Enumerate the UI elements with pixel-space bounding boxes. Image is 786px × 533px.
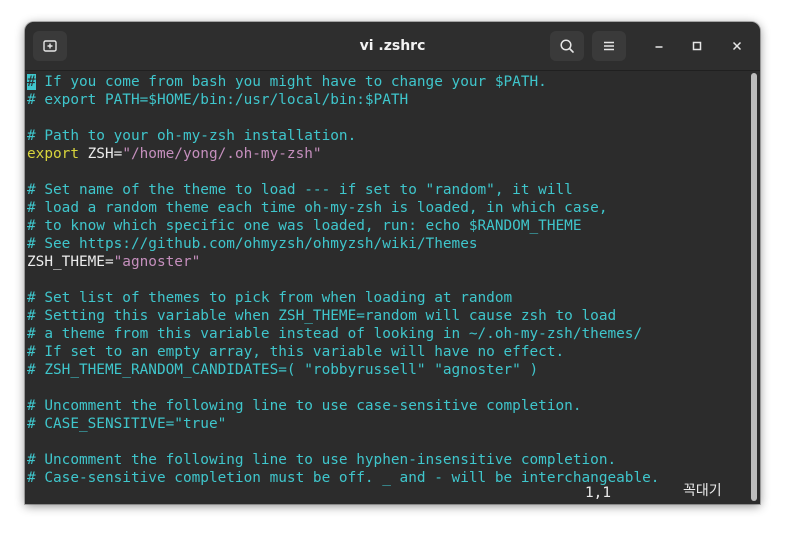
text-cursor: # — [27, 74, 36, 90]
title-bar: vi .zshrc — [25, 22, 760, 71]
code-token: # to know which specific one was loaded,… — [27, 218, 582, 234]
editor-line: # See https://github.com/ohmyzsh/ohmyzsh… — [27, 235, 746, 253]
code-token: # CASE_SENSITIVE="true" — [27, 416, 227, 432]
editor-line: # to know which specific one was loaded,… — [27, 217, 746, 235]
code-token: export — [27, 146, 79, 162]
code-token: # Path to your oh-my-zsh installation. — [27, 128, 357, 144]
editor-line: # Setting this variable when ZSH_THEME=r… — [27, 307, 746, 325]
editor-line: # export PATH=$HOME/bin:/usr/local/bin:$… — [27, 91, 746, 109]
editor-line: # CASE_SENSITIVE="true" — [27, 415, 746, 433]
code-token: # Uncomment the following line to use hy… — [27, 452, 617, 468]
editor-line: # Uncomment the following line to use hy… — [27, 451, 746, 469]
menu-button[interactable] — [592, 31, 626, 61]
close-button[interactable] — [725, 34, 749, 58]
code-token: # ZSH_THEME_RANDOM_CANDIDATES=( "robbyru… — [27, 362, 539, 378]
new-tab-button[interactable] — [33, 31, 67, 61]
editor-line: # If set to an empty array, this variabl… — [27, 343, 746, 361]
code-token: # Set list of themes to pick from when l… — [27, 290, 513, 306]
maximize-icon — [692, 41, 702, 51]
hamburger-menu-icon — [604, 41, 614, 51]
editor-line: # If you come from bash you might have t… — [27, 73, 746, 91]
vim-status-line: 1,1 꼭대기 — [27, 483, 746, 502]
editor-line: ZSH_THEME="agnoster" — [27, 253, 746, 271]
terminal-area[interactable]: # If you come from bash you might have t… — [25, 71, 760, 504]
code-token: # a theme from this variable instead of … — [27, 326, 643, 342]
editor-line: # Set list of themes to pick from when l… — [27, 289, 746, 307]
minimize-icon — [655, 46, 663, 48]
code-token: If you come from bash you might have to … — [35, 74, 547, 90]
editor-line: # load a random theme each time oh-my-zs… — [27, 199, 746, 217]
editor-line: # a theme from this variable instead of … — [27, 325, 746, 343]
maximize-button[interactable] — [685, 34, 709, 58]
new-tab-icon — [43, 40, 57, 52]
code-token: # See https://github.com/ohmyzsh/ohmyzsh… — [27, 236, 478, 252]
code-token: # Uncomment the following line to use ca… — [27, 398, 582, 414]
close-icon — [732, 41, 742, 51]
code-token: ZSH_THEME= — [27, 254, 114, 270]
editor-line: # Uncomment the following line to use ca… — [27, 397, 746, 415]
code-token: # If set to an empty array, this variabl… — [27, 344, 565, 360]
minimize-button[interactable] — [647, 34, 671, 58]
code-token: "/home/yong/.oh-my-zsh" — [122, 146, 322, 162]
scrollbar[interactable] — [751, 73, 757, 501]
code-token: # export PATH=$HOME/bin:/usr/local/bin:$… — [27, 92, 409, 108]
editor-line: # ZSH_THEME_RANDOM_CANDIDATES=( "robbyru… — [27, 361, 746, 379]
code-token: "agnoster" — [113, 254, 201, 270]
code-token: ZSH= — [78, 146, 123, 162]
editor-line: # Set name of the theme to load --- if s… — [27, 181, 746, 199]
code-token: # load a random theme each time oh-my-zs… — [27, 200, 608, 216]
editor-line: # Path to your oh-my-zsh installation. — [27, 127, 746, 145]
editor-buffer[interactable]: # If you come from bash you might have t… — [27, 73, 746, 487]
input-method-indicator: 꼭대기 — [683, 483, 722, 499]
editor-line: export ZSH="/home/yong/.oh-my-zsh" — [27, 145, 746, 163]
code-token: # Set name of the theme to load --- if s… — [27, 182, 573, 198]
code-token: # Setting this variable when ZSH_THEME=r… — [27, 308, 617, 324]
search-icon — [560, 39, 574, 53]
terminal-window: vi .zshrc # If you come from bash you mi… — [25, 22, 760, 504]
cursor-position: 1,1 — [585, 485, 611, 501]
search-button[interactable] — [550, 31, 584, 61]
